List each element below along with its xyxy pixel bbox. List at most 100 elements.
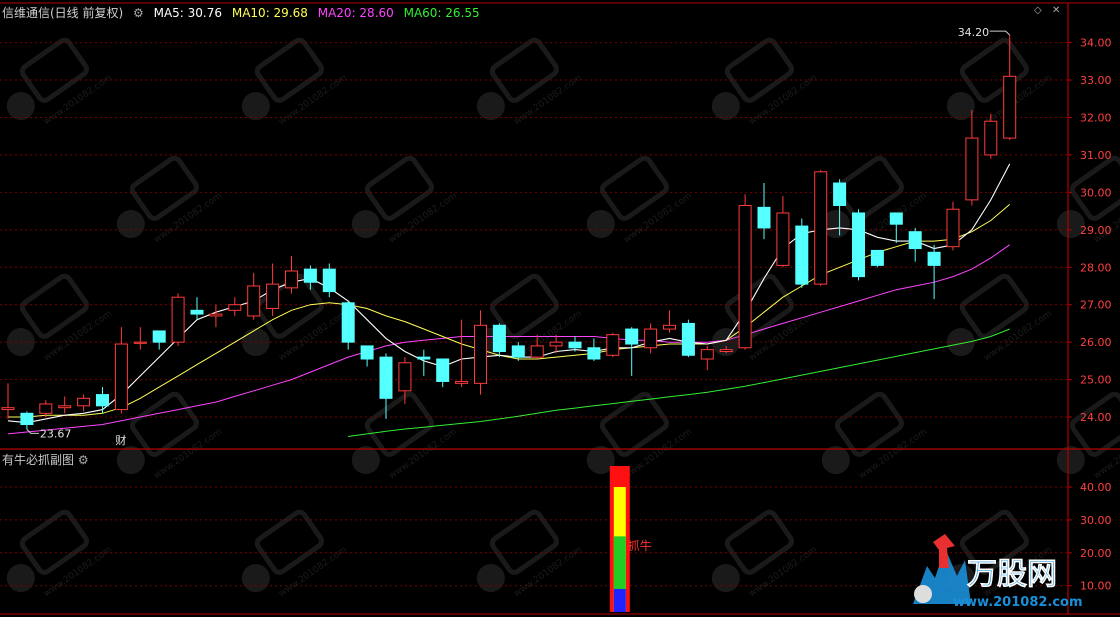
candle: [152, 330, 166, 350]
candle-body: [247, 285, 261, 317]
candle: [795, 218, 809, 288]
candle: [58, 396, 72, 414]
candle-body: [946, 208, 960, 248]
candle-body: [984, 120, 998, 156]
settings-icon[interactable]: ⚙: [133, 6, 144, 20]
candle: [190, 297, 204, 320]
candle: [114, 327, 128, 414]
watermark-tile: www.201082.com: [586, 391, 694, 481]
watermark-mark: [1069, 391, 1120, 457]
candle-body: [870, 249, 884, 266]
candle: [39, 400, 53, 418]
candle: [852, 209, 865, 281]
candle-body: [757, 206, 771, 229]
candle: [776, 196, 790, 268]
candle: [436, 358, 450, 388]
candle: [133, 327, 147, 350]
candle: [228, 297, 242, 316]
diamond-icon[interactable]: ◇: [1034, 5, 1042, 16]
indicator-tick-label: 20.00: [1080, 547, 1112, 560]
watermark-tile: www.201082.com: [6, 37, 114, 127]
candle: [870, 249, 884, 268]
ma20-label: MA20: 28.60: [317, 6, 394, 20]
signal-label: 抓牛: [628, 538, 652, 553]
candle: [417, 349, 431, 376]
watermark-tile: www.201082.com: [946, 273, 1054, 363]
candle-body: [341, 302, 355, 343]
candle: [474, 310, 487, 395]
candle-body: [530, 345, 544, 358]
candle-body: [738, 204, 752, 349]
candle-body: [492, 324, 506, 353]
candle-body: [209, 313, 223, 317]
candle: [171, 293, 185, 346]
candle-body: [644, 328, 658, 349]
candle: [965, 109, 979, 206]
watermark-tile: www.201082.com: [586, 155, 694, 245]
moving-average-layer: [7, 163, 1011, 437]
price-tick-label: 32.00: [1080, 111, 1112, 124]
candle: [738, 194, 752, 350]
candle-body: [228, 304, 242, 311]
candle: [20, 411, 34, 430]
max-pointer: [989, 30, 1011, 36]
watermark-tile: www.201082.com: [821, 391, 929, 481]
close-icon[interactable]: ✕: [1052, 5, 1060, 16]
candle: [700, 345, 714, 371]
watermark-tile: www.201082.com: [241, 37, 349, 127]
price-tick-label: 27.00: [1080, 299, 1112, 312]
price-tick-label: 29.00: [1080, 224, 1112, 237]
candle: [663, 310, 676, 333]
candle: [360, 345, 374, 367]
watermark-tile: www.201082.com: [1056, 391, 1120, 481]
ma60-label: MA60: 26.55: [403, 6, 480, 20]
price-tick-label: 24.00: [1080, 411, 1112, 424]
candle: [927, 244, 941, 300]
candle: [587, 338, 601, 361]
candle-body: [511, 345, 525, 358]
price-axis: 24.00 25.00 26.00 27.00 28.00 29.00 30.00 31.00…: [1067, 3, 1112, 614]
settings-icon[interactable]: ⚙: [78, 453, 89, 467]
candle: [285, 256, 298, 294]
candle: [908, 227, 922, 262]
watermark-tile: www.201082.com: [1056, 155, 1120, 245]
candle-body: [1003, 75, 1017, 139]
candle: [946, 201, 960, 251]
watermark-tile: www.201082.com: [6, 509, 114, 599]
candle-body: [398, 362, 412, 392]
sub-chart-header: 有牛必抓副图 ⚙: [2, 451, 89, 468]
candle: [247, 272, 261, 320]
watermark-tile: www.201082.com: [351, 155, 459, 245]
signal-bar-segment: [613, 588, 626, 612]
price-tick-label: 33.00: [1080, 74, 1112, 87]
indicator-tick-label: 10.00: [1080, 580, 1112, 593]
candle: [455, 319, 469, 388]
brand-logo-group: 万股网 www.201082.com: [913, 534, 1083, 610]
stock-chart-canvas[interactable]: www.201082.com www.201082.com www.201082.c…: [0, 0, 1120, 617]
candle: [341, 300, 355, 350]
candle: [1, 383, 15, 419]
candle: [77, 394, 91, 412]
candle: [96, 387, 109, 414]
candle-body: [285, 270, 298, 289]
ma5-label: MA5: 30.76: [153, 6, 223, 20]
candle: [889, 212, 903, 243]
candle-body: [436, 358, 450, 382]
candle-body: [719, 349, 733, 353]
candle-body: [889, 212, 903, 225]
candle-body: [625, 328, 639, 345]
candle-body: [114, 343, 128, 411]
candle-body: [681, 322, 695, 356]
candle-body: [152, 330, 166, 343]
brand-logo: 万股网 www.201082.com: [913, 534, 1083, 610]
candle: [681, 319, 695, 358]
candle: [266, 263, 280, 316]
candle-body: [133, 341, 147, 344]
indicator-layer: 抓牛: [609, 466, 652, 612]
candle-body: [776, 212, 790, 266]
watermark-tile: www.201082.com: [241, 509, 349, 599]
max-price-label: 34.20: [958, 26, 990, 39]
candle-body: [852, 212, 865, 278]
candle: [322, 263, 336, 298]
candle-body: [360, 345, 374, 360]
